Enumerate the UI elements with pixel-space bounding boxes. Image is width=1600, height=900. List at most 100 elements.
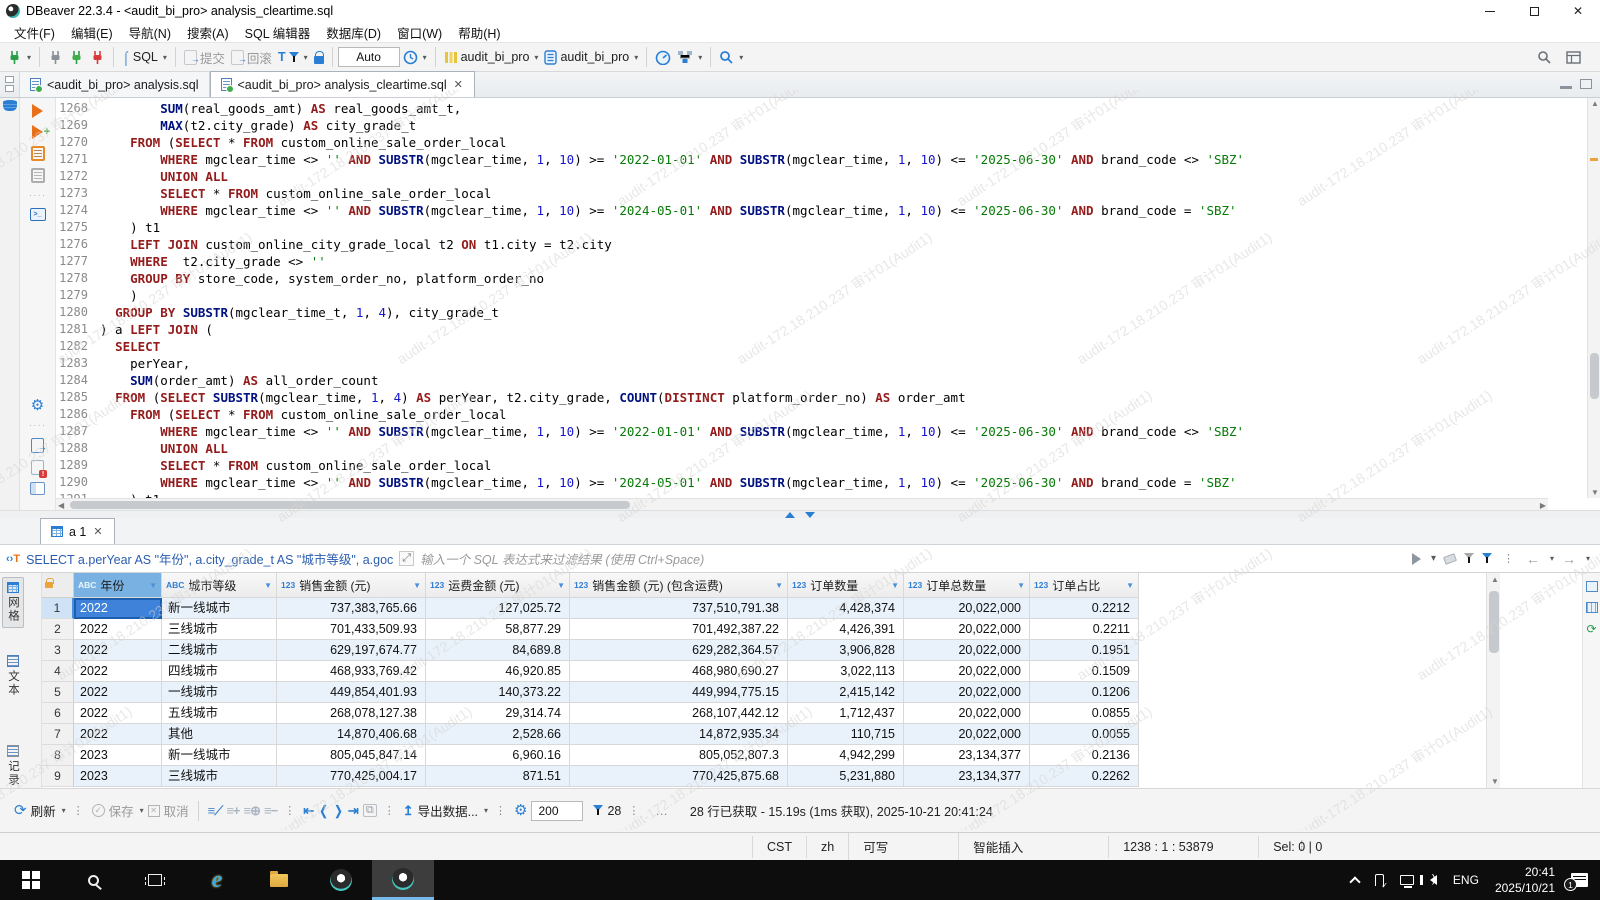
apply-filter-icon[interactable]: [1412, 553, 1421, 565]
scroll-down-icon[interactable]: ▼: [1491, 777, 1499, 786]
table-cell[interactable]: 46,920.85: [426, 661, 570, 682]
clock[interactable]: 20:41 2025/10/21: [1495, 864, 1555, 896]
table-cell[interactable]: 871.51: [426, 766, 570, 787]
network-icon[interactable]: [1400, 875, 1414, 885]
row-number[interactable]: 2: [42, 619, 74, 640]
taskbar-search-button[interactable]: [62, 860, 124, 900]
column-header-2[interactable]: ABC城市等级▼: [162, 573, 277, 598]
table-cell[interactable]: 新一线城市: [162, 745, 277, 766]
edit-cell-button[interactable]: ≡⟋: [208, 803, 223, 819]
table-cell[interactable]: 0.2136: [1030, 745, 1139, 766]
code-line[interactable]: 1285 FROM (SELECT SUBSTR(mgclear_time, 1…: [56, 389, 1548, 406]
table-cell[interactable]: 0.0855: [1030, 703, 1139, 724]
grid-corner-cell[interactable]: [42, 573, 74, 598]
table-cell[interactable]: 0.1509: [1030, 661, 1139, 682]
sash-down-icon[interactable]: [805, 512, 815, 518]
column-dropdown-icon[interactable]: ▼: [1017, 581, 1025, 590]
table-cell[interactable]: 0.0055: [1030, 724, 1139, 745]
table-cell[interactable]: 三线城市: [162, 766, 277, 787]
code-line[interactable]: 1276 LEFT JOIN custom_online_city_grade_…: [56, 236, 1548, 253]
code-line[interactable]: 1271 WHERE mgclear_time <> '' AND SUBSTR…: [56, 151, 1548, 168]
table-cell[interactable]: 4,428,374: [788, 598, 904, 619]
tab-analysis-cleartime-sql[interactable]: <audit_bi_pro> analysis_cleartime.sql ✕: [210, 71, 475, 97]
overflow-dots[interactable]: …: [655, 804, 668, 818]
table-cell[interactable]: 805,045,847.14: [277, 745, 426, 766]
save-button[interactable]: 保存: [109, 801, 134, 820]
remove-filter-icon[interactable]: [1464, 553, 1474, 564]
table-cell[interactable]: 20,022,000: [904, 640, 1030, 661]
table-cell[interactable]: 449,854,401.93: [277, 682, 426, 703]
reconnect-button[interactable]: [66, 48, 87, 67]
table-cell[interactable]: 2,415,142: [788, 682, 904, 703]
table-cell[interactable]: 140,373.22: [426, 682, 570, 703]
table-cell[interactable]: 20,022,000: [904, 661, 1030, 682]
table-row[interactable]: 12022新一线城市737,383,765.66127,025.72737,51…: [42, 598, 1528, 619]
database-navigator-icon[interactable]: [3, 100, 17, 113]
table-cell[interactable]: 20,022,000: [904, 682, 1030, 703]
table-cell[interactable]: 268,107,442.12: [570, 703, 788, 724]
row-number[interactable]: 4: [42, 661, 74, 682]
code-line[interactable]: 1283 perYear,: [56, 355, 1548, 372]
column-dropdown-icon[interactable]: ▼: [264, 581, 272, 590]
refresh-panel-icon[interactable]: ⟳: [1586, 623, 1596, 635]
table-cell[interactable]: 2022: [74, 703, 162, 724]
filter-input[interactable]: 输入一个 SQL 表达式来过滤结果 (使用 Ctrl+Space): [420, 549, 1412, 568]
table-cell[interactable]: 629,282,364.57: [570, 640, 788, 661]
dbeaver-taskbar-button[interactable]: [310, 860, 372, 900]
menu-item[interactable]: 数据库(D): [318, 22, 389, 43]
table-cell[interactable]: 14,872,935.34: [570, 724, 788, 745]
table-cell[interactable]: 1,712,437: [788, 703, 904, 724]
execute-script-disabled-button[interactable]: [31, 168, 45, 183]
table-cell[interactable]: 2,528.66: [426, 724, 570, 745]
chevron-down-icon[interactable]: ▾: [1431, 553, 1436, 564]
column-header-7[interactable]: 123订单总数量▼: [904, 573, 1030, 598]
table-row[interactable]: 82023新一线城市805,045,847.146,960.16805,052,…: [42, 745, 1528, 766]
table-row[interactable]: 62022五线城市268,078,127.3829,314.74268,107,…: [42, 703, 1528, 724]
table-cell[interactable]: 2022: [74, 598, 162, 619]
table-cell[interactable]: 4,942,299: [788, 745, 904, 766]
schema-selector[interactable]: audit_bi_pro ▾: [541, 48, 641, 67]
row-number[interactable]: 1: [42, 598, 74, 619]
table-cell[interactable]: 2022: [74, 724, 162, 745]
start-button[interactable]: [0, 860, 62, 900]
add-row-button[interactable]: ≡+: [226, 803, 239, 818]
previous-row-button[interactable]: ❬: [318, 803, 329, 819]
code-line[interactable]: 1270 FROM (SELECT * FROM custom_online_s…: [56, 134, 1548, 151]
close-tab-icon[interactable]: ✕: [92, 525, 103, 538]
code-line[interactable]: 1274 WHERE mgclear_time <> '' AND SUBSTR…: [56, 202, 1548, 219]
record-mode-tab[interactable]: 记录: [2, 741, 24, 791]
quick-search-icon[interactable]: [1537, 50, 1552, 65]
execute-new-tab-button[interactable]: [32, 125, 43, 139]
close-button[interactable]: ✕: [1556, 0, 1600, 22]
table-cell[interactable]: 二线城市: [162, 640, 277, 661]
table-cell[interactable]: 0.1951: [1030, 640, 1139, 661]
perspective-icon[interactable]: [1566, 50, 1582, 65]
scroll-left-icon[interactable]: ◀: [58, 501, 64, 510]
row-number[interactable]: 9: [42, 766, 74, 787]
code-area[interactable]: 1268 SUM(real_goods_amt) AS real_goods_a…: [56, 100, 1548, 498]
sash-up-icon[interactable]: [785, 512, 795, 518]
column-dropdown-icon[interactable]: ▼: [891, 581, 899, 590]
scrollbar-thumb[interactable]: [1590, 353, 1599, 399]
code-line[interactable]: 1287 WHERE mgclear_time <> '' AND SUBSTR…: [56, 423, 1548, 440]
filters-menu-icon[interactable]: [1482, 553, 1492, 564]
code-line[interactable]: 1280 GROUP BY SUBSTR(mgclear_time_t, 1, …: [56, 304, 1548, 321]
commit-mode-combo[interactable]: Auto: [338, 47, 400, 67]
table-cell[interactable]: 20,022,000: [904, 598, 1030, 619]
table-cell[interactable]: 468,933,769.42: [277, 661, 426, 682]
column-header-8[interactable]: 123订单占比▼: [1030, 573, 1139, 598]
table-row[interactable]: 52022一线城市449,854,401.93140,373.22449,994…: [42, 682, 1528, 703]
search-button[interactable]: ▾: [716, 48, 746, 67]
table-cell[interactable]: 23,134,377: [904, 766, 1030, 787]
minimize-view-icon[interactable]: [1560, 86, 1572, 89]
editor-settings-gear-icon[interactable]: ⚙: [31, 398, 44, 413]
table-row[interactable]: 42022四线城市468,933,769.4246,920.85468,980,…: [42, 661, 1528, 682]
metadata-panel-icon[interactable]: [1586, 602, 1598, 613]
code-line[interactable]: 1277 WHERE t2.city_grade <> '': [56, 253, 1548, 270]
column-dropdown-icon[interactable]: ▼: [1126, 581, 1134, 590]
table-cell[interactable]: 三线城市: [162, 619, 277, 640]
code-line[interactable]: 1291 ) t1: [56, 491, 1548, 498]
row-number[interactable]: 3: [42, 640, 74, 661]
rollback-button[interactable]: 回滚: [228, 46, 275, 69]
forward-icon[interactable]: →: [1562, 551, 1576, 567]
